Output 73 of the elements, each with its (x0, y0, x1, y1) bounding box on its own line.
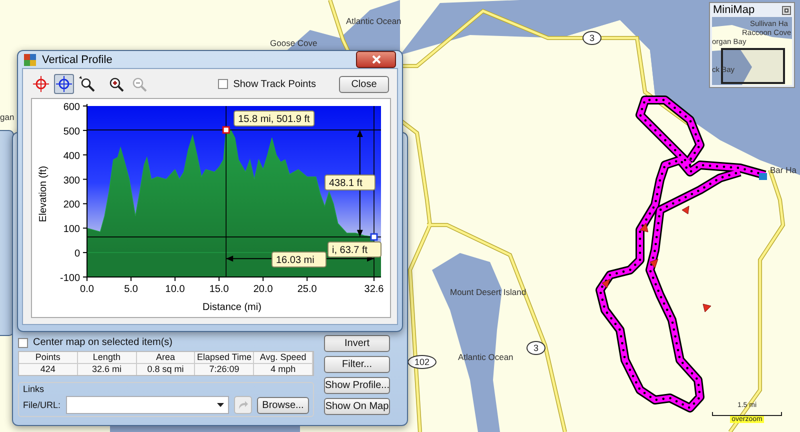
table-cell: 0.8 sq mi (136, 364, 196, 375)
action-button[interactable]: Show Profile... (324, 377, 390, 394)
tool-button[interactable] (77, 74, 97, 94)
checkbox[interactable] (18, 338, 28, 348)
map-label: gan (0, 112, 14, 122)
callout-label: 15.8 mi, 501.9 ft (234, 110, 315, 126)
table-cell: 32.6 mi (78, 364, 137, 375)
column-header: Avg. Speed (254, 352, 313, 364)
y-tick-label: 600 (63, 102, 80, 113)
route-shield: 3 (526, 341, 546, 355)
callout-label: i, 63.7 ft (328, 242, 382, 258)
cursor-marker[interactable] (370, 233, 378, 241)
table-cell: 424 (19, 364, 78, 375)
x-tick-label: 25.0 (297, 284, 318, 295)
y-tick-label: -100 (60, 273, 80, 284)
column-header: Points (19, 352, 78, 364)
map-label: Bar Ha (770, 165, 796, 175)
y-tick-label: 300 (63, 175, 80, 186)
close-dialog-button[interactable]: Close (339, 76, 389, 92)
route-shield: 3 (582, 31, 602, 45)
window-title: Vertical Profile (42, 54, 112, 66)
app-icon (24, 54, 36, 66)
y-tick-label: 500 (63, 126, 80, 138)
x-tick-label: 5.0 (124, 284, 138, 295)
checkbox-label: Center map on selected item(s) (33, 337, 173, 348)
column-header: Length (78, 352, 137, 364)
zoom-out-icon (131, 76, 147, 92)
x-tick-label: 10.0 (165, 284, 186, 295)
arrow-icon (238, 400, 248, 410)
restore-icon[interactable] (782, 6, 791, 14)
track-drawing[interactable] (596, 96, 770, 412)
action-button[interactable]: Filter... (324, 356, 390, 373)
x-tick-label: 0.0 (80, 284, 94, 295)
x-tick-label: 15.0 (209, 284, 230, 295)
zoom-select-icon (79, 76, 95, 92)
zoom-in-icon (108, 76, 124, 92)
map-label: Goose Cove (270, 38, 318, 48)
annotation: i, 63.7 ft (332, 245, 368, 256)
annotation: 16.03 mi (276, 255, 314, 266)
cursor-marker[interactable] (222, 126, 230, 134)
route-shield: 102 (407, 355, 437, 369)
y-tick-label: 400 (63, 150, 80, 162)
action-button[interactable]: Invert (324, 335, 390, 352)
column-header: Elapsed Time (195, 352, 254, 364)
y-tick-label: 100 (63, 224, 80, 236)
callout-label: 438.1 ft (324, 174, 376, 190)
callout-label: 16.03 mi (272, 252, 326, 268)
crosshair-icon (33, 76, 49, 92)
y-axis-title: Elevation (ft) (38, 166, 49, 222)
y-axis: -100 0 100 200 300 400 500 600 (60, 102, 88, 284)
minimap-title: MiniMap (713, 4, 755, 16)
browse-button[interactable]: Browse... (257, 396, 309, 414)
y-tick-label: 200 (63, 200, 80, 211)
x-axis-title: Distance (mi) (202, 302, 262, 313)
crosshair-icon (56, 76, 72, 92)
column-header: Area (136, 352, 196, 364)
action-button[interactable]: Show On Map (324, 398, 390, 415)
annotation: 438.1 ft (329, 178, 363, 189)
checkbox[interactable] (218, 79, 228, 89)
table-cell: 7:26:09 (195, 364, 254, 375)
url-field[interactable] (66, 396, 229, 414)
dropdown-caret-icon[interactable] (217, 403, 224, 407)
close-button[interactable] (356, 51, 396, 68)
checkbox-label: Show Track Points (233, 78, 316, 90)
group-title: Links (23, 384, 46, 395)
field-label: File/URL: (23, 400, 61, 410)
table-cell: 4 mph (254, 364, 313, 375)
close-icon (372, 55, 380, 64)
x-tick-label: 20.0 (253, 284, 274, 295)
x-tick-label: 32.6 (364, 284, 384, 295)
scale-bar (712, 412, 782, 416)
annotation: 15.8 mi, 501.9 ft (238, 114, 310, 125)
y-tick-label: 0 (74, 248, 80, 260)
